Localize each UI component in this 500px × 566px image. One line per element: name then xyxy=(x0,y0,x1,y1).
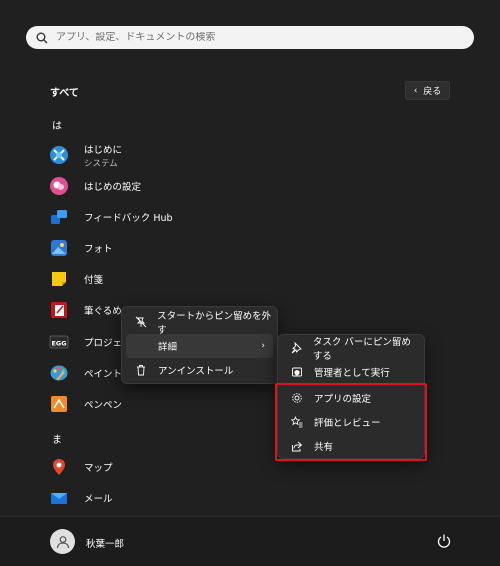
search-input[interactable] xyxy=(56,32,456,43)
start-footer: 秋葉一郎 xyxy=(0,516,500,566)
search-icon xyxy=(36,32,48,43)
sticky-notes-icon xyxy=(48,268,70,290)
section-letter-ha[interactable]: は xyxy=(52,117,62,132)
section-letter-ma[interactable]: ま xyxy=(52,431,62,446)
user-avatar[interactable] xyxy=(50,529,75,554)
app-name: フォト xyxy=(84,244,113,255)
trash-icon xyxy=(134,363,148,377)
app-item-penpen[interactable]: ペンペン xyxy=(48,391,308,417)
chevron-left-icon: ‹ xyxy=(413,85,418,96)
menu-item-uninstall[interactable]: アンインストール xyxy=(126,358,273,382)
get-started-icon xyxy=(48,144,70,166)
app-name: メール xyxy=(84,494,113,505)
svg-text:EGG: EGG xyxy=(51,340,66,348)
app-item-initial-setup[interactable]: はじめの設定 xyxy=(48,173,308,199)
mail-icon xyxy=(48,487,70,509)
back-label: 戻る xyxy=(423,87,442,97)
chevron-right-icon: › xyxy=(261,341,265,351)
search-box[interactable] xyxy=(26,26,474,49)
menu-item-label: タスク バーにピン留めする xyxy=(312,337,411,362)
app-item-sticky-notes[interactable]: 付箋 xyxy=(48,266,308,292)
paint-icon xyxy=(48,362,70,384)
app-item-maps[interactable]: マップ xyxy=(48,454,308,480)
menu-item-label: 詳細 xyxy=(158,342,178,353)
penpen-icon xyxy=(48,393,70,415)
app-name: ペイント xyxy=(84,369,123,380)
app-item-mail[interactable]: メール xyxy=(48,485,308,511)
initial-setup-icon xyxy=(48,175,70,197)
unpin-icon xyxy=(134,315,147,329)
photos-icon xyxy=(48,237,70,259)
pin-icon xyxy=(290,341,303,355)
app-name: 付箋 xyxy=(84,275,104,286)
menu-item-label: アンインストール xyxy=(158,366,234,377)
menu-item-pin-to-taskbar[interactable]: タスク バーにピン留めする xyxy=(282,336,420,362)
menu-item-unpin-from-start[interactable]: スタートからピン留めを外す xyxy=(126,310,273,336)
back-button[interactable]: ‹ 戻る xyxy=(405,81,450,100)
user-icon xyxy=(56,535,69,548)
app-item-feedback-hub[interactable]: フィードバック Hub xyxy=(48,204,308,230)
admin-shield-icon xyxy=(290,365,304,379)
app-item-get-started[interactable]: はじめに システム xyxy=(48,142,308,169)
all-apps-heading: すべて xyxy=(50,88,79,99)
app-item-photos[interactable]: フォト xyxy=(48,235,308,261)
menu-item-more[interactable]: 詳細 › xyxy=(126,334,273,358)
feedback-hub-icon xyxy=(48,206,70,228)
highlight-annotation-box xyxy=(275,383,427,461)
user-name[interactable]: 秋葉一郎 xyxy=(86,536,124,550)
app-name: フィードバック Hub xyxy=(84,213,173,224)
app-name: はじめの設定 xyxy=(84,182,142,193)
egg-project-icon: EGG xyxy=(48,331,70,353)
power-icon[interactable] xyxy=(436,533,452,549)
fudegurume-icon xyxy=(48,299,70,321)
app-name: ペンペン xyxy=(84,400,123,411)
context-menu: スタートからピン留めを外す 詳細 › アンインストール xyxy=(121,306,278,384)
maps-icon xyxy=(48,456,70,478)
app-name: はじめに xyxy=(84,144,123,156)
app-name: マップ xyxy=(84,463,113,474)
menu-item-label: スタートからピン留めを外す xyxy=(157,311,272,336)
menu-item-run-as-admin[interactable]: 管理者として実行 xyxy=(282,360,420,384)
menu-item-label: 管理者として実行 xyxy=(314,368,390,379)
app-subtitle: システム xyxy=(84,158,118,169)
